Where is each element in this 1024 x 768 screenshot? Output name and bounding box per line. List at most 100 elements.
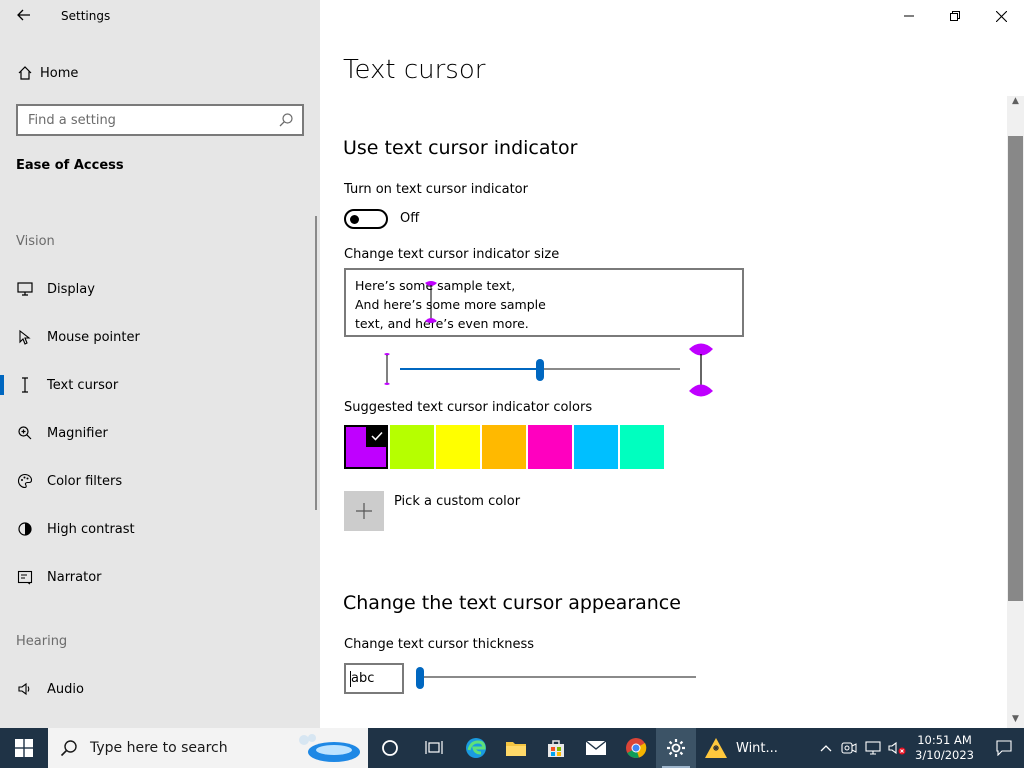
- appearance-heading: Change the text cursor appearance: [343, 592, 681, 614]
- chrome-app[interactable]: [616, 728, 656, 768]
- close-button[interactable]: [978, 0, 1024, 32]
- edge-app[interactable]: [456, 728, 496, 768]
- store-icon: [548, 740, 564, 757]
- preview-line: And here’s some more sample: [355, 297, 546, 312]
- nav-label: Display: [47, 281, 95, 297]
- settings-app[interactable]: [656, 728, 696, 768]
- mail-app[interactable]: [576, 728, 616, 768]
- close-icon: [995, 10, 1007, 22]
- toggle-state: Off: [400, 211, 420, 226]
- timeline-button[interactable]: [412, 728, 456, 768]
- store-app[interactable]: [536, 728, 576, 768]
- nav-label: Narrator: [47, 569, 102, 585]
- home-icon: [16, 65, 34, 81]
- scrollbar-thumb[interactable]: [1008, 136, 1023, 601]
- mail-icon: [585, 740, 607, 755]
- minimize-icon: [904, 15, 914, 17]
- nav-label: Text cursor: [47, 377, 119, 393]
- nav-item-display[interactable]: Display: [0, 269, 316, 309]
- preview-line: Here’s some sample text,: [355, 278, 516, 293]
- cursor-thickness-slider[interactable]: [416, 667, 696, 689]
- sample-text-preview: Here’s some sample text, And here’s some…: [344, 268, 744, 337]
- folder-icon: [506, 742, 526, 756]
- volume-button[interactable]: [885, 728, 909, 768]
- text-cursor-icon: [16, 376, 34, 394]
- task-view-button[interactable]: [368, 728, 412, 768]
- color-swatch[interactable]: [436, 425, 480, 469]
- nav-item-mouse-pointer[interactable]: Mouse pointer: [0, 317, 316, 357]
- large-indicator-icon: [689, 343, 713, 397]
- color-swatch[interactable]: [390, 425, 434, 469]
- color-filters-icon: [16, 472, 34, 490]
- pick-custom-color-button[interactable]: [344, 491, 384, 531]
- indicator-size-slider[interactable]: [400, 359, 680, 381]
- size-label: Change text cursor indicator size: [344, 247, 560, 262]
- taskbar-search-placeholder: Type here to search: [90, 740, 228, 756]
- slider-thumb[interactable]: [536, 359, 544, 381]
- search-icon: [60, 740, 77, 757]
- home-link[interactable]: Home: [16, 62, 78, 84]
- checkmark-icon: [366, 425, 388, 447]
- color-swatches: [344, 425, 666, 469]
- nav-item-narrator[interactable]: Narrator: [0, 557, 316, 597]
- slider-rest: [424, 676, 696, 678]
- slider-fill: [400, 368, 536, 370]
- nav-item-color-filters[interactable]: Color filters: [0, 461, 316, 501]
- plus-icon: [356, 503, 372, 519]
- scroll-down-arrow[interactable]: ▼: [1007, 714, 1024, 728]
- main-scrollbar[interactable]: ▲ ▼: [1007, 96, 1024, 728]
- search-highlight-icon: [299, 734, 360, 762]
- color-swatch[interactable]: [620, 425, 664, 469]
- text-cursor-indicator-toggle[interactable]: [344, 209, 388, 229]
- weather-widget[interactable]: Wint...: [696, 728, 782, 768]
- camera-icon: [841, 742, 857, 754]
- chevron-up-icon: [820, 745, 832, 752]
- pick-custom-color-label[interactable]: Pick a custom color: [394, 494, 520, 509]
- taskbar-search-box[interactable]: Type here to search: [48, 728, 368, 768]
- network-button[interactable]: [861, 728, 885, 768]
- back-arrow-icon: [17, 9, 30, 21]
- toggle-label: Turn on text cursor indicator: [344, 182, 528, 197]
- task-view-icon: [425, 741, 443, 754]
- show-hidden-icons-button[interactable]: [815, 728, 837, 768]
- color-swatch[interactable]: [528, 425, 572, 469]
- nav-label: Audio: [47, 681, 84, 697]
- clock[interactable]: 10:51 AM 3/10/2023: [915, 733, 974, 763]
- meet-now-button[interactable]: [837, 728, 861, 768]
- main-content: Text cursor Use text cursor indicator Tu…: [320, 0, 1024, 728]
- slider-rest: [544, 368, 680, 370]
- thickness-preview: abc: [344, 663, 404, 694]
- colors-label: Suggested text cursor indicator colors: [344, 400, 593, 415]
- app-title: Settings: [61, 9, 111, 23]
- gear-icon: [667, 739, 685, 757]
- nav-item-audio[interactable]: Audio: [0, 669, 316, 709]
- color-swatch[interactable]: [344, 425, 388, 469]
- file-explorer-app[interactable]: [496, 728, 536, 768]
- volume-muted-icon: [888, 741, 906, 755]
- color-swatch[interactable]: [574, 425, 618, 469]
- find-setting-input[interactable]: Find a setting: [16, 104, 304, 136]
- taskbar: Type here to search Wint... 10:51 AM 3/1…: [0, 728, 1024, 768]
- scroll-up-arrow[interactable]: ▲: [1007, 96, 1024, 110]
- restore-button[interactable]: [932, 0, 978, 32]
- clock-date: 3/10/2023: [915, 748, 974, 762]
- notification-icon: [996, 740, 1012, 756]
- nav-item-high-contrast[interactable]: High contrast: [0, 509, 316, 549]
- slider-thumb[interactable]: [416, 667, 424, 689]
- nav-item-text-cursor[interactable]: Text cursor: [0, 365, 316, 405]
- page-title: Text cursor: [343, 55, 486, 85]
- color-swatch[interactable]: [482, 425, 526, 469]
- mouse-pointer-icon: [16, 328, 34, 346]
- back-button[interactable]: [8, 4, 40, 28]
- start-button[interactable]: [0, 728, 48, 768]
- sidebar-scrollbar[interactable]: [315, 216, 317, 510]
- hearing-group-label: Hearing: [16, 634, 68, 649]
- thickness-preview-text: abc: [351, 671, 375, 686]
- search-placeholder: Find a setting: [28, 112, 116, 128]
- action-center-button[interactable]: [984, 728, 1024, 768]
- minimize-button[interactable]: [886, 0, 932, 32]
- nav-label: Mouse pointer: [47, 329, 140, 345]
- clock-time: 10:51 AM: [917, 733, 972, 747]
- nav-item-magnifier[interactable]: Magnifier: [0, 413, 316, 453]
- cortana-circle-icon: [382, 740, 398, 756]
